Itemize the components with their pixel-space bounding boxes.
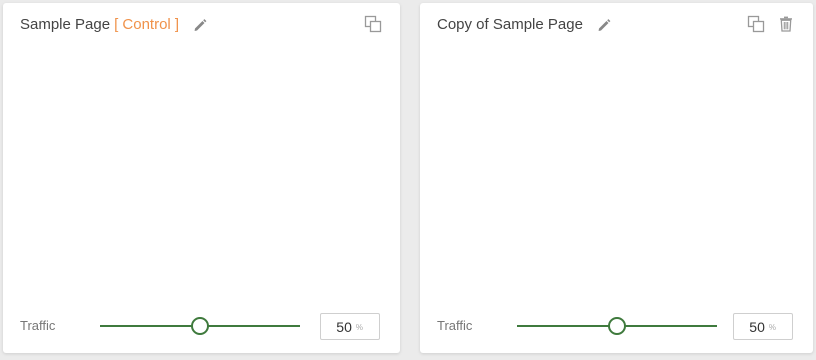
trash-icon[interactable]	[777, 15, 795, 33]
traffic-percent-input[interactable]: 50 %	[320, 313, 380, 340]
pencil-icon[interactable]	[596, 17, 612, 33]
slider-thumb[interactable]	[608, 317, 626, 335]
variant-title-row: Sample Page [ Control ]	[20, 16, 208, 33]
traffic-percent-value: 50	[336, 318, 352, 335]
traffic-percent-value: 50	[749, 318, 765, 335]
variant-title: Copy of Sample Page	[437, 16, 583, 33]
variant-title-row: Copy of Sample Page	[437, 16, 612, 33]
traffic-row: Traffic 50 %	[437, 312, 793, 340]
traffic-label: Traffic	[20, 318, 56, 333]
percent-unit: %	[768, 323, 776, 332]
traffic-label: Traffic	[437, 318, 473, 333]
traffic-slider[interactable]	[100, 316, 300, 336]
variant-card-control: Sample Page [ Control ] Traffic 50 %	[3, 3, 400, 353]
traffic-percent-input[interactable]: 50 %	[733, 313, 793, 340]
card-actions	[747, 15, 795, 33]
card-actions	[364, 15, 382, 33]
traffic-row: Traffic 50 %	[20, 312, 380, 340]
variant-card-copy: Copy of Sample Page Traffic 50 %	[420, 3, 813, 353]
slider-thumb[interactable]	[191, 317, 209, 335]
traffic-slider[interactable]	[517, 316, 717, 336]
pencil-icon[interactable]	[192, 17, 208, 33]
copy-icon[interactable]	[364, 15, 382, 33]
percent-unit: %	[355, 323, 363, 332]
copy-icon[interactable]	[747, 15, 765, 33]
control-badge: [ Control ]	[114, 16, 180, 33]
variant-title: Sample Page	[20, 16, 111, 33]
